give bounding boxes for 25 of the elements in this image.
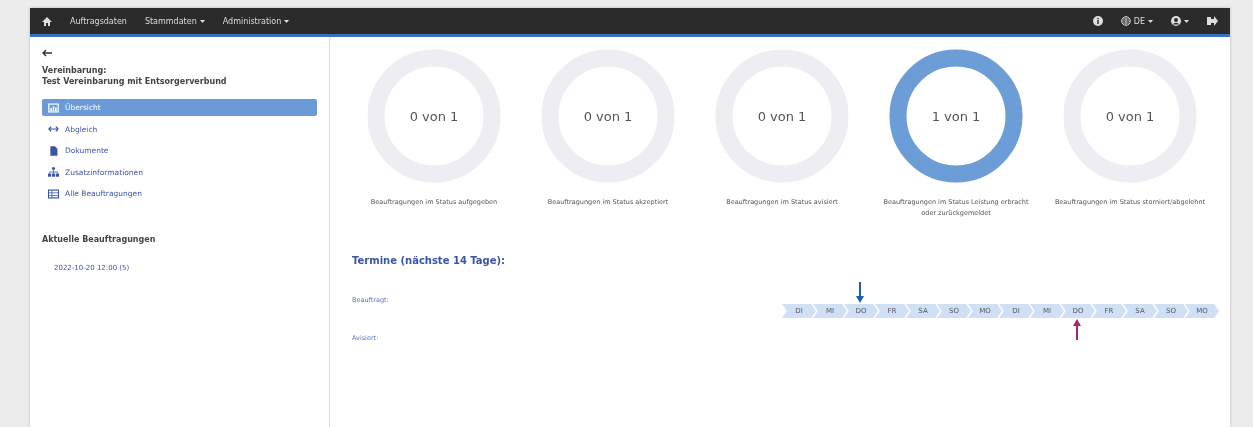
chart-icon (48, 102, 59, 113)
nav-menu-item[interactable]: Stammdaten (144, 16, 205, 26)
agreement-title: Vereinbarung: Test Vereinbarung mit Entsorgerverbund (42, 65, 228, 87)
schedule-title: Termine (nächste 14 Tage): (352, 255, 507, 266)
compare-icon (48, 124, 59, 134)
caret-icon (1148, 19, 1153, 23)
gauge-value: 1 von 1 (931, 108, 981, 124)
nav-menu-item[interactable]: Auftragsdaten (70, 16, 127, 26)
globe-icon (1120, 16, 1131, 26)
caret-icon (1184, 19, 1189, 23)
gauge-value: 0 von 1 (1105, 108, 1155, 124)
gauge-value: 0 von 1 (409, 108, 459, 124)
gauge-value: 0 von 1 (583, 108, 633, 124)
gauge-value: 0 von 1 (757, 108, 807, 124)
section-heading: Aktuelle Beauftragungen (42, 234, 157, 244)
back-arrow-icon[interactable] (42, 49, 52, 57)
nav-menu-item[interactable]: Administration (222, 16, 290, 26)
home-icon[interactable] (42, 16, 52, 26)
language-selector[interactable]: DE (1120, 16, 1153, 26)
sitemap-icon (48, 167, 59, 177)
info-icon[interactable] (1092, 16, 1103, 26)
document-icon (48, 145, 59, 156)
table-icon (48, 188, 59, 199)
user-icon[interactable] (1171, 16, 1181, 26)
logout-icon[interactable] (1207, 16, 1218, 26)
